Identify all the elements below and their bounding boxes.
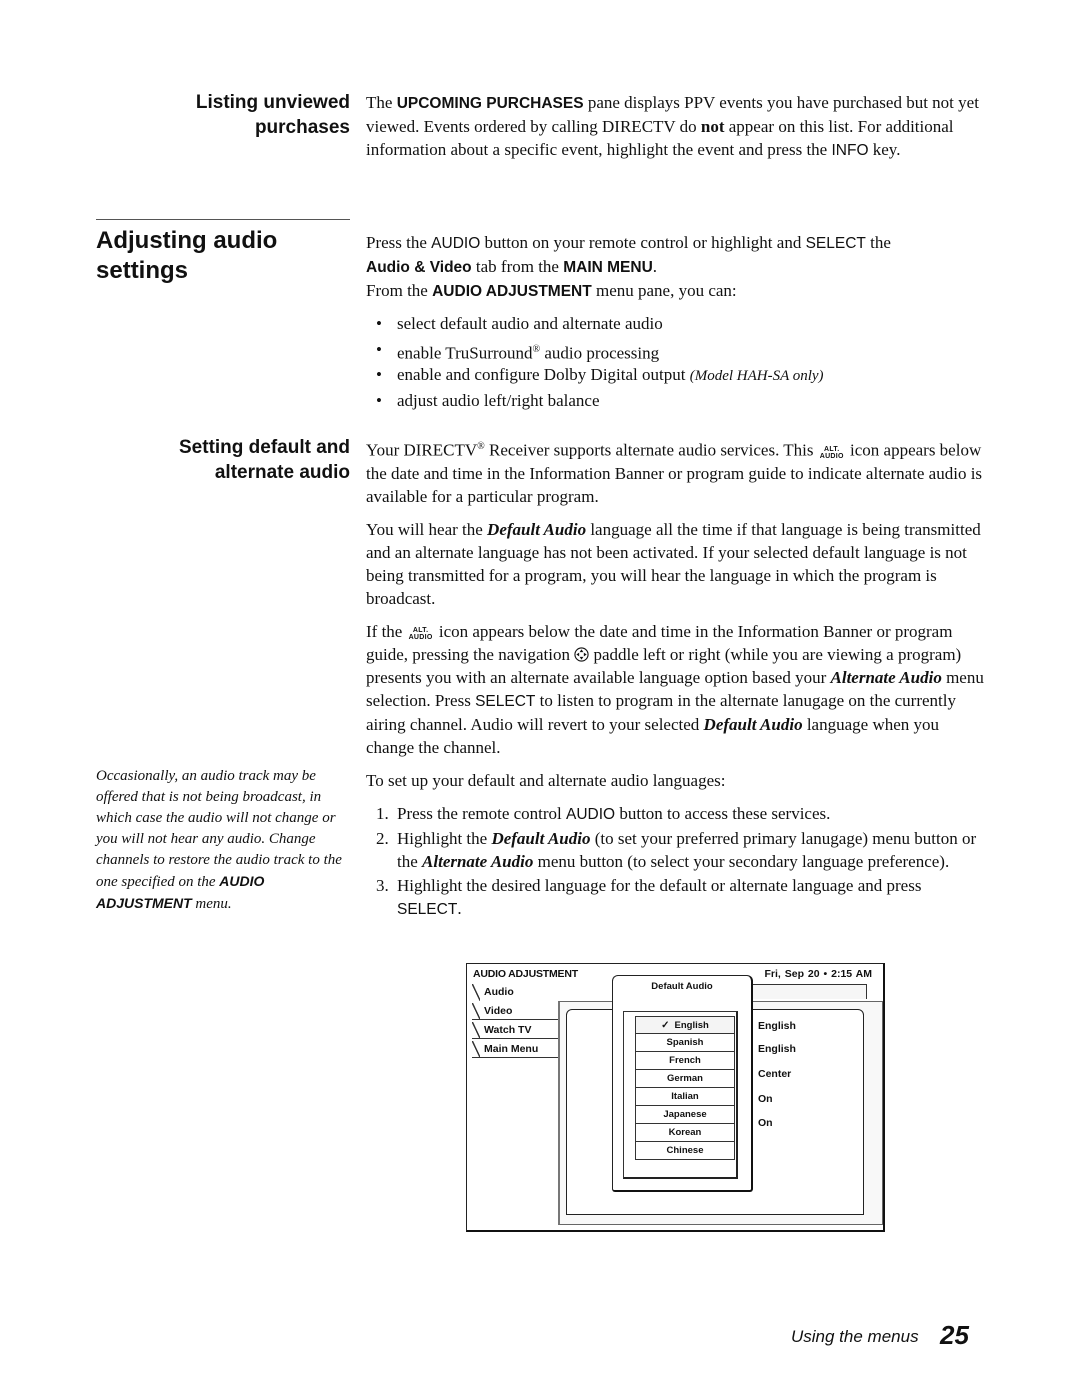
setup-steps: 1. Press the remote control AUDIO button …	[366, 802, 986, 921]
default-audio-term: Default Audio	[491, 828, 591, 848]
default-audio-term: Default Audio	[487, 519, 587, 539]
popup-title: Default Audio	[651, 981, 713, 992]
heading-line: purchases	[254, 117, 350, 138]
default-audio-popup: Default Audio ✓ English Spanish French Ge…	[612, 975, 753, 1192]
model-note: (Model HAH-SA only)	[689, 368, 824, 384]
select-key-term: SELECT	[475, 692, 536, 710]
setting-paragraph-2: You will hear the Default Audio language…	[366, 519, 981, 608]
language-option-korean[interactable]: Korean	[635, 1124, 735, 1142]
step-item: 3. Highlight the desired language for the…	[376, 875, 922, 918]
language-option-italian[interactable]: Italian	[635, 1088, 735, 1106]
setting-value: On	[758, 1093, 773, 1105]
adjusting-intro: Press the AUDIO button on your remote co…	[366, 231, 986, 414]
listing-paragraph: The UPCOMING PURCHASES pane displays PPV…	[366, 93, 979, 159]
setting-value: English	[758, 1043, 796, 1055]
heading-listing-unviewed-purchases: Listing unviewed purchases	[96, 90, 350, 140]
emphasis-not: not	[700, 117, 725, 136]
sidenote: Occasionally, an audio track may be offe…	[96, 768, 342, 912]
setting-value: Center	[758, 1068, 792, 1080]
step-item: 1. Press the remote control AUDIO button …	[376, 803, 831, 823]
footer-section-label: Using the menus	[791, 1327, 919, 1346]
setup-intro: To set up your default and alternate aud…	[366, 770, 726, 790]
heading-line: settings	[96, 257, 189, 284]
language-list: ✓ English Spanish French German Italian J…	[635, 1016, 735, 1160]
heading-line: alternate audio	[214, 462, 350, 483]
language-option-german[interactable]: German	[635, 1070, 735, 1088]
language-option-french[interactable]: French	[635, 1052, 735, 1070]
list-item: enable TruSurround® audio processing	[366, 338, 986, 364]
alternate-audio-term: Alternate Audio	[830, 667, 942, 687]
heading-line: Setting default and	[179, 437, 350, 458]
info-key-term: INFO	[831, 142, 869, 159]
check-icon: ✓	[661, 1020, 670, 1031]
main-menu-term: MAIN MENU	[563, 259, 653, 276]
setting-value: English	[758, 1020, 796, 1032]
language-option-chinese[interactable]: Chinese	[635, 1142, 735, 1160]
heading-line: Listing unviewed	[195, 92, 350, 113]
heading-setting-default-alternate-audio: Setting default and alternate audio	[96, 435, 350, 485]
setting-default-body: Your DIRECTV® Receiver supports alternat…	[366, 435, 986, 922]
tab-video[interactable]: Video	[472, 1003, 558, 1020]
alternate-audio-term: Alternate Audio	[422, 851, 534, 871]
setting-paragraph-1: Your DIRECTV® Receiver supports alternat…	[366, 440, 983, 506]
default-audio-term: Default Audio	[703, 714, 803, 734]
list-item: enable and configure Dolby Digital outpu…	[366, 363, 986, 389]
setting-paragraph-3: If the ALT. AUDIO icon appears below the …	[366, 621, 984, 757]
audio-adjustment-menu-screenshot: AUDIO ADJUSTMENT Fri, Sep 20 • 2:15 AM A…	[466, 963, 885, 1233]
alt-audio-icon: ALT. AUDIO	[408, 626, 433, 641]
audio-key-term: AUDIO	[431, 235, 481, 252]
heading-line: Adjusting audio	[96, 227, 278, 254]
menu-datetime: Fri, Sep 20 • 2:15 AM	[764, 968, 873, 980]
select-key-term: SELECT	[397, 900, 458, 918]
language-option-japanese[interactable]: Japanese	[635, 1106, 735, 1124]
tab-main-menu[interactable]: Main Menu	[472, 1041, 558, 1058]
adjusting-paragraph-1: Press the AUDIO button on your remote co…	[366, 233, 891, 276]
heading-adjusting-audio-settings: Adjusting audio settings	[96, 226, 350, 286]
capabilities-list: select default audio and alternate audio…	[366, 312, 986, 414]
upcoming-purchases-term: UPCOMING PURCHASES	[396, 95, 584, 112]
list-item: select default audio and alternate audio	[366, 312, 986, 338]
adjusting-paragraph-2: From the AUDIO ADJUSTMENT menu pane, you…	[366, 281, 737, 300]
audio-key-term: AUDIO	[566, 805, 616, 823]
tab-audio[interactable]: Audio	[472, 984, 612, 1001]
language-option-english[interactable]: ✓ English	[635, 1016, 735, 1034]
menu-title: AUDIO ADJUSTMENT	[473, 968, 578, 980]
step-item: 2. Highlight the Default Audio (to set yo…	[376, 828, 977, 871]
navigation-paddle-icon	[574, 647, 589, 662]
audio-adjustment-term: AUDIO ADJUSTMENT	[432, 283, 592, 300]
select-key-term: SELECT	[805, 235, 866, 252]
alt-audio-icon: ALT. AUDIO	[819, 445, 844, 460]
page-number: 25	[940, 1320, 969, 1350]
setting-value: On	[758, 1117, 773, 1129]
tab-watch-tv[interactable]: Watch TV	[472, 1022, 558, 1039]
list-item: adjust audio left/right balance	[366, 389, 986, 415]
section-divider	[96, 219, 350, 220]
audio-video-tab-term: Audio & Video	[366, 259, 472, 276]
language-option-spanish[interactable]: Spanish	[635, 1034, 735, 1052]
